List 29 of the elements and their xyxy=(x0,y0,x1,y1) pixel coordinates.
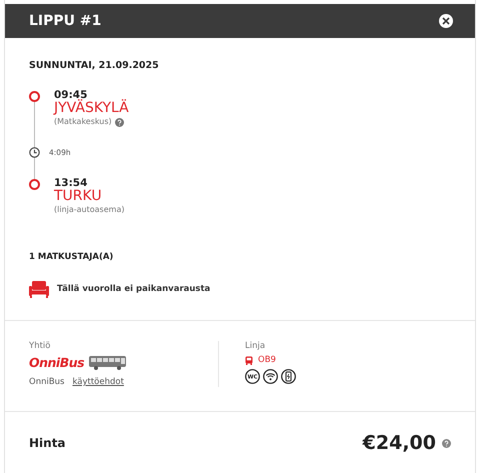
stop-marker xyxy=(29,179,40,190)
seat-icon xyxy=(29,280,49,298)
phone-charging-icon xyxy=(281,369,296,384)
passenger-count: 1 MATKUSTAJA(A) xyxy=(29,252,114,262)
arrival-time: 13:54 xyxy=(54,177,88,189)
seat-notice: Tällä vuorolla ei paikanvarausta xyxy=(57,284,210,294)
wifi-icon xyxy=(263,369,278,384)
price-value: €24,00 xyxy=(362,432,436,454)
city-name: TURKU xyxy=(54,189,102,204)
company-name: OnniBus xyxy=(29,377,64,387)
help-icon[interactable] xyxy=(442,438,451,448)
bus-icon xyxy=(89,355,128,370)
terms-link[interactable]: käyttöehdot xyxy=(72,377,124,387)
close-icon xyxy=(442,17,450,25)
city-name: JYVÄSKYLÄ xyxy=(54,101,129,116)
station-name: (linja-autoasema) xyxy=(54,204,124,216)
travel-date: SUNNUNTAI, 21.09.2025 xyxy=(29,60,159,71)
bus-icon xyxy=(245,356,253,364)
company-label: Yhtiö xyxy=(29,341,50,351)
price-label: Hinta xyxy=(29,436,66,450)
help-icon[interactable] xyxy=(114,118,124,126)
close-button[interactable] xyxy=(439,14,453,28)
company-logo: OnniBus xyxy=(29,355,84,370)
clock-icon xyxy=(29,147,40,158)
line-code: OB9 xyxy=(258,355,276,365)
stop-marker xyxy=(29,91,40,102)
ticket-title: LIPPU #1 xyxy=(29,13,102,29)
station-name: (Matkakeskus) xyxy=(54,116,112,128)
line-label: Linja xyxy=(245,341,266,351)
